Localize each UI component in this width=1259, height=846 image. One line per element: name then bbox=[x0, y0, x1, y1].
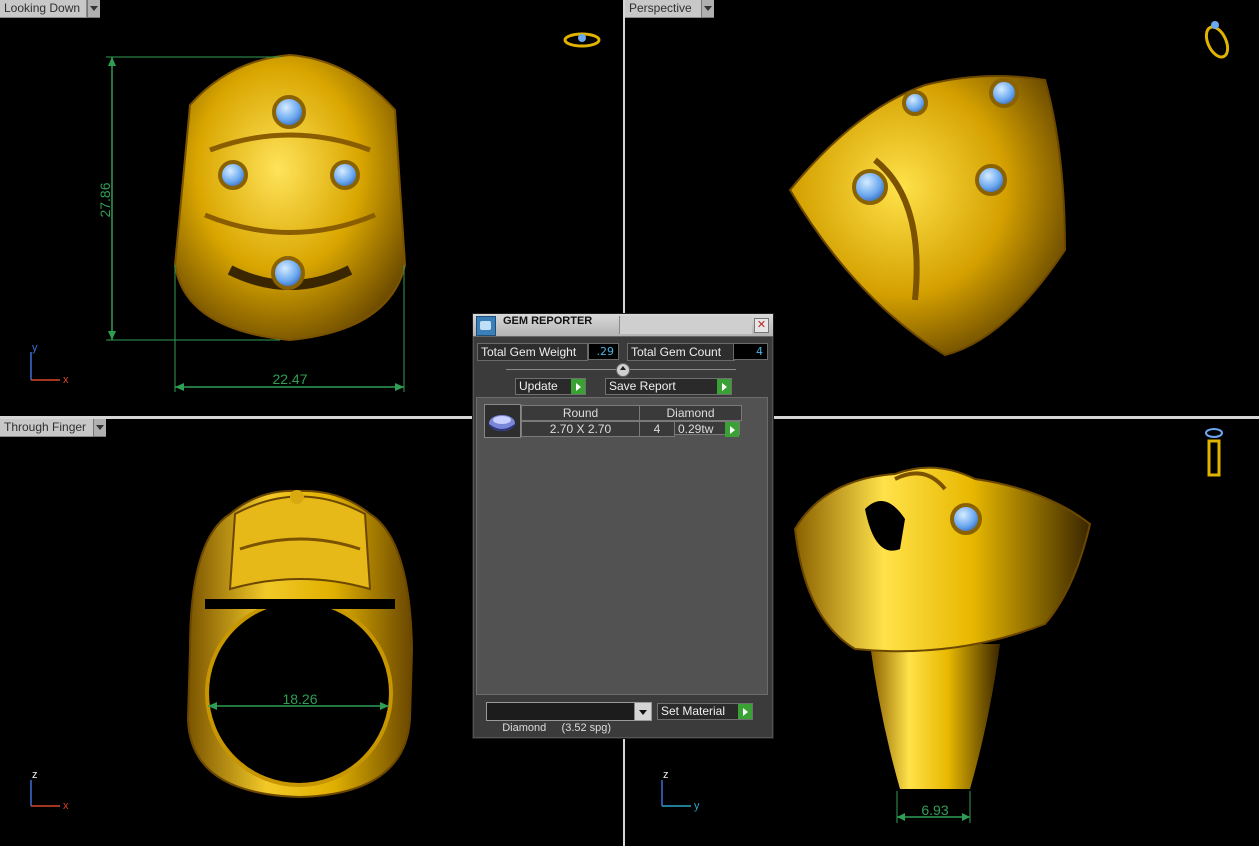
set-material-button[interactable]: Set Material bbox=[657, 703, 753, 720]
viewport-label[interactable]: Perspective bbox=[625, 0, 709, 18]
total-gem-weight-value: .29 bbox=[588, 343, 619, 360]
axis-x-label: x bbox=[63, 800, 69, 812]
gem-reporter-title: GEM REPORTER bbox=[503, 315, 593, 327]
gem-list-panel: Round Diamond 2.70 X 2.70 4 0.29tw bbox=[476, 397, 768, 695]
update-button[interactable]: Update bbox=[515, 378, 586, 395]
update-button-label: Update bbox=[519, 379, 558, 393]
close-button[interactable]: ✕ bbox=[754, 318, 769, 333]
total-gem-weight-label: Total Gem Weight bbox=[477, 343, 588, 361]
collapse-toggle-icon[interactable] bbox=[616, 363, 630, 377]
gem-count-cell: 4 bbox=[639, 421, 675, 437]
gem-reporter-app-icon bbox=[476, 316, 496, 336]
axis-x-label: x bbox=[63, 374, 69, 386]
dim-inner-diameter-label: 18.26 bbox=[282, 691, 317, 707]
round-gem-thumbnail[interactable] bbox=[484, 404, 521, 438]
viewport-label[interactable]: Through Finger bbox=[0, 419, 95, 437]
viewport-menu-arrow[interactable] bbox=[93, 419, 106, 437]
gem-reporter-titlebar[interactable]: GEM REPORTER ✕ bbox=[473, 314, 773, 337]
total-gem-count-label: Total Gem Count bbox=[627, 343, 735, 361]
material-select-value: Diamond (3.52 spg) bbox=[502, 722, 612, 734]
play-arrow-icon bbox=[571, 379, 585, 394]
gem-shape-cell: Round bbox=[521, 405, 640, 421]
gem-weight-cell[interactable]: 0.29tw bbox=[674, 421, 740, 437]
material-select[interactable]: Diamond (3.52 spg) bbox=[486, 702, 652, 734]
save-report-button[interactable]: Save Report bbox=[605, 378, 732, 395]
viewport-menu-arrow[interactable] bbox=[87, 0, 100, 18]
dim-vertical-label: 27.86 bbox=[97, 182, 113, 217]
play-arrow-icon bbox=[738, 704, 752, 719]
gem-size-cell: 2.70 X 2.70 bbox=[521, 421, 640, 437]
gem-material-cell: Diamond bbox=[639, 405, 742, 421]
play-arrow-icon bbox=[725, 422, 739, 437]
gem-reporter-window: GEM REPORTER ✕ Total Gem Weight .29 Tota… bbox=[472, 313, 774, 739]
viewport-label[interactable]: Looking Down bbox=[0, 0, 87, 18]
dim-shank-width-label: 6.93 bbox=[921, 802, 948, 818]
play-arrow-icon bbox=[717, 379, 731, 394]
save-report-button-label: Save Report bbox=[609, 379, 676, 393]
axis-y-label: y bbox=[694, 800, 700, 812]
chevron-down-icon bbox=[634, 703, 651, 720]
axis-z-label: z bbox=[32, 769, 38, 781]
axis-y-label: y bbox=[32, 342, 38, 354]
gem-weight-value: 0.29tw bbox=[678, 422, 714, 436]
viewport-menu-arrow[interactable] bbox=[701, 0, 714, 18]
titlebar-tab bbox=[619, 316, 752, 334]
set-material-button-label: Set Material bbox=[661, 704, 726, 718]
total-gem-count-value: 4 bbox=[733, 343, 768, 360]
axis-z-label: z bbox=[663, 769, 669, 781]
dim-horizontal-label: 22.47 bbox=[272, 371, 307, 387]
